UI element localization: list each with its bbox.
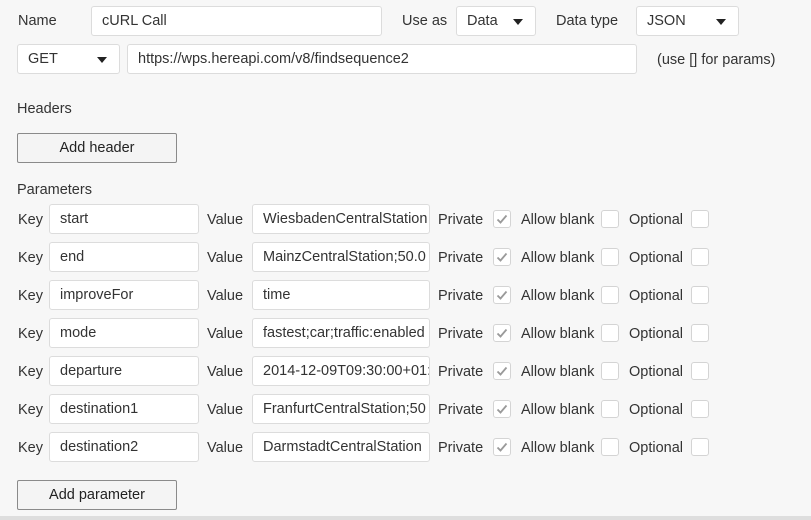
private-label: Private <box>438 364 484 380</box>
allow-blank-label: Allow blank <box>521 440 595 456</box>
optional-label: Optional <box>629 288 684 304</box>
allow-blank-checkbox[interactable] <box>601 210 619 228</box>
allow-blank-checkbox[interactable] <box>601 400 619 418</box>
private-checkbox[interactable] <box>493 286 511 304</box>
optional-checkbox[interactable] <box>691 248 709 266</box>
allow-blank-checkbox[interactable] <box>601 286 619 304</box>
headers-title: Headers <box>17 101 72 117</box>
private-label: Private <box>438 250 484 266</box>
data-type-value: JSON <box>647 13 686 29</box>
private-checkbox[interactable] <box>493 438 511 456</box>
private-label: Private <box>438 326 484 342</box>
private-checkbox[interactable] <box>493 362 511 380</box>
private-label: Private <box>438 288 484 304</box>
add-header-button[interactable]: Add header <box>17 133 177 163</box>
allow-blank-checkbox[interactable] <box>601 324 619 342</box>
parameter-value-input[interactable]: WiesbadenCentralStation <box>252 204 430 234</box>
value-label: Value <box>207 212 244 228</box>
parameter-row: Key end Value MainzCentralStation;50.0 Priva… <box>0 242 811 272</box>
parameters-title: Parameters <box>17 182 92 198</box>
allow-blank-label: Allow blank <box>521 326 595 342</box>
parameter-key-input[interactable]: destination2 <box>49 432 199 462</box>
private-checkbox[interactable] <box>493 400 511 418</box>
bottom-divider <box>0 516 811 520</box>
key-label: Key <box>18 250 43 266</box>
parameter-key-input[interactable]: departure <box>49 356 199 386</box>
optional-checkbox[interactable] <box>691 362 709 380</box>
parameter-value-input[interactable]: DarmstadtCentralStation <box>252 432 430 462</box>
allow-blank-checkbox[interactable] <box>601 438 619 456</box>
private-checkbox[interactable] <box>493 210 511 228</box>
key-label: Key <box>18 364 43 380</box>
optional-checkbox[interactable] <box>691 438 709 456</box>
optional-label: Optional <box>629 326 684 342</box>
parameter-value-input[interactable]: time <box>252 280 430 310</box>
use-as-select[interactable]: Data <box>456 6 536 36</box>
optional-checkbox[interactable] <box>691 324 709 342</box>
parameter-key-input[interactable]: improveFor <box>49 280 199 310</box>
private-label: Private <box>438 212 484 228</box>
parameter-row: Key mode Value fastest;car;traffic:enabled P… <box>0 318 811 348</box>
key-label: Key <box>18 402 43 418</box>
optional-checkbox[interactable] <box>691 400 709 418</box>
name-label: Name <box>18 13 57 29</box>
allow-blank-label: Allow blank <box>521 288 595 304</box>
chevron-down-icon <box>97 57 107 63</box>
optional-label: Optional <box>629 402 684 418</box>
value-label: Value <box>207 402 244 418</box>
allow-blank-label: Allow blank <box>521 250 595 266</box>
parameter-value-input[interactable]: fastest;car;traffic:enabled <box>252 318 430 348</box>
allow-blank-checkbox[interactable] <box>601 362 619 380</box>
key-label: Key <box>18 288 43 304</box>
value-label: Value <box>207 288 244 304</box>
private-label: Private <box>438 402 484 418</box>
value-label: Value <box>207 250 244 266</box>
optional-label: Optional <box>629 250 684 266</box>
name-field[interactable]: cURL Call <box>91 6 382 36</box>
optional-label: Optional <box>629 364 684 380</box>
key-label: Key <box>18 212 43 228</box>
value-label: Value <box>207 364 244 380</box>
value-label: Value <box>207 326 244 342</box>
chevron-down-icon <box>513 19 523 25</box>
allow-blank-checkbox[interactable] <box>601 248 619 266</box>
use-as-label: Use as <box>402 13 448 29</box>
optional-label: Optional <box>629 212 684 228</box>
value-label: Value <box>207 440 244 456</box>
parameter-value-input[interactable]: FranfurtCentralStation;50 <box>252 394 430 424</box>
optional-checkbox[interactable] <box>691 286 709 304</box>
parameter-value-input[interactable]: 2014-12-09T09:30:00+01: <box>252 356 430 386</box>
allow-blank-label: Allow blank <box>521 364 595 380</box>
parameter-row: Key start Value WiesbadenCentralStation Priv… <box>0 204 811 234</box>
parameter-row: Key departure Value 2014-12-09T09:30:00+01:… <box>0 356 811 386</box>
optional-checkbox[interactable] <box>691 210 709 228</box>
key-label: Key <box>18 326 43 342</box>
parameter-key-input[interactable]: mode <box>49 318 199 348</box>
private-checkbox[interactable] <box>493 248 511 266</box>
parameter-value-input[interactable]: MainzCentralStation;50.0 <box>252 242 430 272</box>
parameter-row: Key destination1 Value FranfurtCentralStati… <box>0 394 811 424</box>
method-value: GET <box>28 51 58 67</box>
parameter-key-input[interactable]: start <box>49 204 199 234</box>
optional-label: Optional <box>629 440 684 456</box>
allow-blank-label: Allow blank <box>521 212 595 228</box>
parameter-row: Key improveFor Value time Private Allow blank… <box>0 280 811 310</box>
private-label: Private <box>438 440 484 456</box>
parameter-key-input[interactable]: destination1 <box>49 394 199 424</box>
allow-blank-label: Allow blank <box>521 402 595 418</box>
chevron-down-icon <box>716 19 726 25</box>
data-type-label: Data type <box>556 13 619 29</box>
key-label: Key <box>18 440 43 456</box>
method-select[interactable]: GET <box>17 44 120 74</box>
parameter-row: Key destination2 Value DarmstadtCentralStat… <box>0 432 811 462</box>
private-checkbox[interactable] <box>493 324 511 342</box>
parameter-key-input[interactable]: end <box>49 242 199 272</box>
add-parameter-button[interactable]: Add parameter <box>17 480 177 510</box>
data-type-select[interactable]: JSON <box>636 6 739 36</box>
params-hint: (use [] for params) <box>657 52 776 68</box>
url-input[interactable]: https://wps.hereapi.com/v8/findsequence2 <box>127 44 637 74</box>
use-as-value: Data <box>467 13 498 29</box>
